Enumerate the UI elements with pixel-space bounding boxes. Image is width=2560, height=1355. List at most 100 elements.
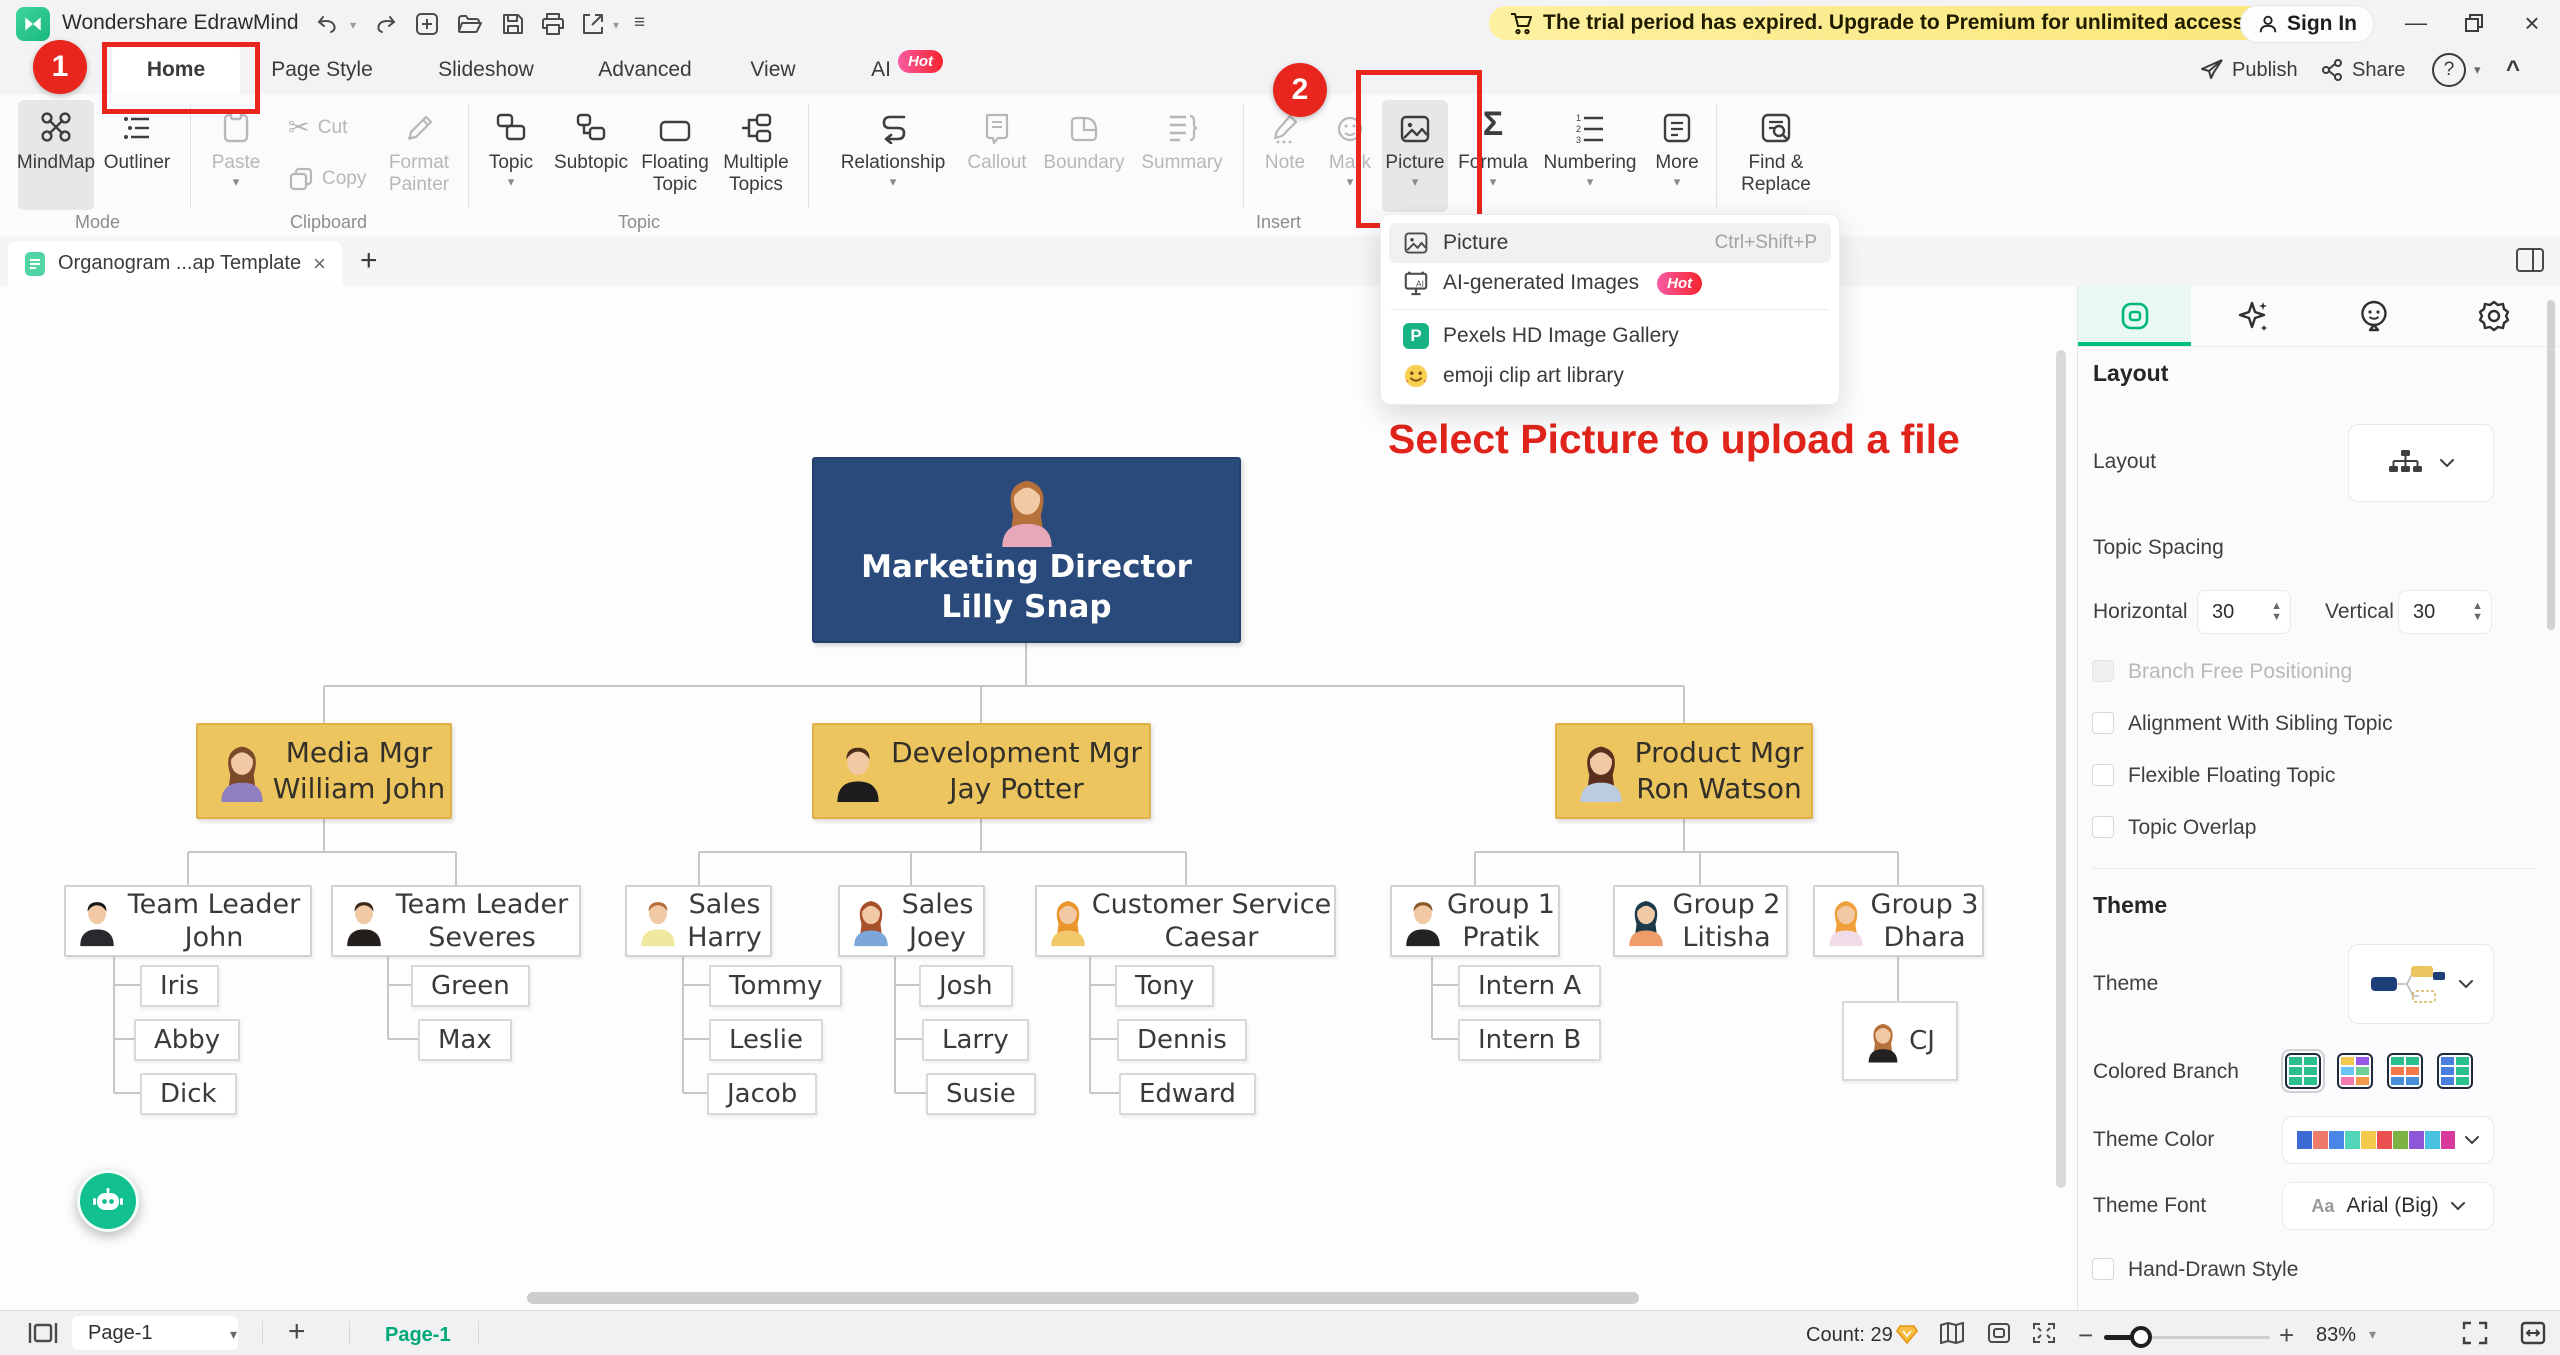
open-folder-icon[interactable] <box>456 11 482 37</box>
horizontal-scrollbar[interactable] <box>527 1292 1639 1304</box>
summary-button[interactable]: Summary <box>1136 100 1228 216</box>
callout-button[interactable]: Callout <box>962 100 1032 216</box>
document-tab-close-icon[interactable]: × <box>313 251 326 277</box>
help-button[interactable]: ? ▾ <box>2432 46 2481 94</box>
export-caret-icon[interactable]: ▾ <box>613 18 619 32</box>
checkbox-topic-overlap[interactable] <box>2092 816 2114 838</box>
menu-item-emoji-library[interactable]: emoji clip art library <box>1389 356 1831 396</box>
new-document-tab-button[interactable]: + <box>360 244 378 278</box>
paste-button[interactable]: Paste ▾ <box>204 100 268 216</box>
org-leaf-cj[interactable]: CJ <box>1842 1001 1958 1081</box>
org-node-development-mgr[interactable]: Development Mgr Jay Potter <box>812 723 1151 819</box>
split-view-icon[interactable] <box>2520 1321 2546 1345</box>
org-leaf[interactable]: Leslie <box>709 1019 824 1061</box>
customize-toolbar-icon[interactable]: ≡ <box>634 12 645 34</box>
org-leaf[interactable]: Jacob <box>707 1073 818 1115</box>
theme-font-dropdown[interactable]: Aa Arial (Big) <box>2282 1182 2494 1230</box>
org-node-product-mgr[interactable]: Product Mgr Ron Watson <box>1555 723 1813 819</box>
subtopic-button[interactable]: Subtopic <box>552 100 630 216</box>
colored-branch-option-2[interactable] <box>2337 1053 2373 1089</box>
zoom-in-button[interactable]: + <box>2279 1320 2294 1351</box>
colored-branch-option-4[interactable] <box>2437 1053 2473 1089</box>
note-button[interactable]: Note <box>1254 100 1316 216</box>
tab-view[interactable]: View <box>742 46 804 94</box>
document-tab[interactable]: Organogram ...ap Template × <box>8 241 342 286</box>
menu-item-picture[interactable]: Picture Ctrl+Shift+P <box>1389 223 1831 263</box>
org-leaf[interactable]: Larry <box>922 1019 1029 1061</box>
share-button[interactable]: Share <box>2320 46 2405 94</box>
tab-page-style[interactable]: Page Style <box>262 46 382 94</box>
tab-slideshow[interactable]: Slideshow <box>428 46 544 94</box>
org-node-group3-dhara[interactable]: Group 3 Dhara <box>1813 885 1984 957</box>
org-leaf[interactable]: Tony <box>1115 965 1215 1007</box>
checkbox-flexible-floating[interactable] <box>2092 764 2114 786</box>
org-node-sales-joey[interactable]: Sales Joey <box>838 885 985 957</box>
org-leaf[interactable]: Max <box>418 1019 512 1061</box>
outliner-button[interactable]: Outliner <box>98 100 176 210</box>
more-button[interactable]: More ▾ <box>1648 100 1706 216</box>
panel-tab-style[interactable] <box>2078 286 2191 346</box>
active-page-tab[interactable]: Page-1 <box>385 1324 451 1347</box>
horizontal-spacing-stepper[interactable]: 30 ▲ ▼ <box>2197 590 2291 634</box>
panel-scrollbar[interactable] <box>2547 300 2555 630</box>
org-leaf[interactable]: Susie <box>926 1073 1036 1115</box>
checkbox-hand-drawn-style[interactable] <box>2092 1258 2114 1280</box>
copy-button[interactable]: Copy <box>288 166 366 192</box>
cut-button[interactable]: ✂ Cut <box>288 112 347 143</box>
org-leaf[interactable]: Abby <box>134 1019 241 1061</box>
zoom-caret-icon[interactable]: ▾ <box>2369 1326 2376 1343</box>
org-leaf[interactable]: Dennis <box>1117 1019 1247 1061</box>
org-node-customer-service-caesar[interactable]: Customer Service Caesar <box>1035 885 1336 957</box>
undo-icon[interactable] <box>315 11 341 37</box>
panel-tab-settings[interactable] <box>2437 286 2550 346</box>
org-leaf[interactable]: Tommy <box>709 965 843 1007</box>
gem-icon[interactable] <box>1896 1323 1918 1345</box>
boundary-button[interactable]: Boundary <box>1040 100 1128 216</box>
colored-branch-option-1[interactable] <box>2285 1053 2321 1089</box>
org-leaf[interactable]: Intern B <box>1458 1019 1602 1061</box>
org-node-media-mgr[interactable]: Media Mgr William John <box>196 723 452 819</box>
colored-branch-option-3[interactable] <box>2387 1053 2423 1089</box>
panel-tab-ai[interactable] <box>2197 286 2310 346</box>
tab-ai[interactable]: AI <box>856 46 906 94</box>
zoom-level[interactable]: 83% <box>2316 1324 2356 1347</box>
new-file-icon[interactable] <box>414 11 440 37</box>
relationship-button[interactable]: Relationship ▾ <box>830 100 956 216</box>
org-node-team-leader-severes[interactable]: Team Leader Severes <box>331 885 581 957</box>
stepper-arrows-icon[interactable]: ▲ ▼ <box>2271 601 2282 623</box>
fit-topic-icon[interactable] <box>1987 1322 2011 1344</box>
export-icon[interactable] <box>580 11 606 37</box>
org-leaf[interactable]: Dick <box>140 1073 237 1115</box>
org-node-team-leader-john[interactable]: Team Leader John <box>64 885 312 957</box>
sign-in-button[interactable]: Sign In <box>2240 5 2374 43</box>
map-view-icon[interactable] <box>1939 1322 1965 1344</box>
numbering-button[interactable]: 123 Numbering ▾ <box>1540 100 1640 216</box>
org-root-node[interactable]: Marketing Director Lilly Snap <box>812 457 1241 643</box>
topic-button[interactable]: Topic ▾ <box>482 100 540 216</box>
theme-dropdown[interactable] <box>2348 944 2494 1024</box>
fullscreen-icon[interactable] <box>2462 1321 2488 1345</box>
minimize-button[interactable]: — <box>2402 9 2430 37</box>
stepper-arrows-icon[interactable]: ▲ ▼ <box>2472 601 2483 623</box>
theme-color-dropdown[interactable] <box>2282 1116 2494 1164</box>
undo-caret-icon[interactable]: ▾ <box>350 18 356 32</box>
org-node-sales-harry[interactable]: Sales Harry <box>625 885 772 957</box>
slide-panel-icon[interactable] <box>28 1321 58 1345</box>
print-icon[interactable] <box>540 11 566 37</box>
fit-window-icon[interactable] <box>2032 1322 2056 1344</box>
tab-advanced[interactable]: Advanced <box>590 46 700 94</box>
page-selector-caret-icon[interactable]: ▾ <box>230 1326 237 1343</box>
menu-item-ai-generated-images[interactable]: AI AI-generated Images Hot <box>1389 263 1831 303</box>
org-leaf[interactable]: Edward <box>1119 1073 1256 1115</box>
vertical-scrollbar[interactable] <box>2056 350 2066 1188</box>
multiple-topics-button[interactable]: Multiple Topics <box>718 100 794 216</box>
org-leaf[interactable]: Josh <box>919 965 1013 1007</box>
format-painter-button[interactable]: Format Painter <box>380 100 458 216</box>
org-node-group2-litisha[interactable]: Group 2 Litisha <box>1613 885 1788 957</box>
publish-button[interactable]: Publish <box>2200 46 2298 94</box>
zoom-slider-knob[interactable] <box>2130 1326 2152 1348</box>
org-leaf[interactable]: Iris <box>140 965 220 1007</box>
close-button[interactable]: × <box>2518 8 2546 38</box>
vertical-spacing-stepper[interactable]: 30 ▲ ▼ <box>2398 590 2492 634</box>
save-icon[interactable] <box>500 11 526 37</box>
